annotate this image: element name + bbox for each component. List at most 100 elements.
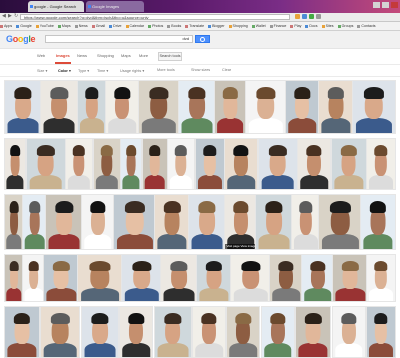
image-result-thumbnail[interactable] (112, 194, 157, 250)
tab-news[interactable]: News (77, 53, 87, 58)
image-result-thumbnail[interactable] (229, 254, 272, 302)
bookmark-item[interactable]: Blogger (208, 24, 225, 28)
back-icon[interactable]: ◀ (2, 14, 7, 19)
image-result-thumbnail[interactable] (137, 80, 180, 134)
google-logo[interactable]: Google (6, 34, 36, 44)
image-result-thumbnail[interactable] (360, 194, 396, 250)
bookmark-item[interactable]: Docs (305, 24, 318, 28)
image-result-thumbnail[interactable] (187, 194, 226, 250)
image-result-thumbnail[interactable] (332, 254, 369, 302)
browser-tab-active[interactable]: google - Google Search (28, 1, 84, 12)
tool-type[interactable]: Type ▾ (78, 68, 89, 73)
image-result-thumbnail[interactable] (160, 254, 199, 302)
image-result-thumbnail[interactable] (21, 254, 46, 302)
bookmark-item[interactable]: Apps (0, 24, 12, 28)
image-result-thumbnail[interactable] (154, 194, 191, 250)
tab-images[interactable]: Images (55, 53, 71, 64)
reload-icon[interactable]: ↻ (14, 14, 19, 19)
image-result-thumbnail[interactable] (120, 254, 163, 302)
bookmark-item[interactable]: Books (167, 24, 181, 28)
url-input[interactable]: https://www.google.com/search?q=dvd&tbm=… (20, 14, 290, 20)
image-result-thumbnail[interactable] (4, 306, 40, 358)
search-input[interactable]: dvd (45, 35, 193, 43)
image-result-thumbnail[interactable] (76, 80, 107, 134)
image-result-thumbnail[interactable] (4, 80, 42, 134)
bookmark-item[interactable]: YouTube (35, 24, 54, 28)
bookmark-item[interactable]: Play (290, 24, 301, 28)
image-result-thumbnail[interactable] (119, 306, 154, 358)
tool-usage-rights[interactable]: Usage rights ▾ (120, 68, 144, 73)
image-result-thumbnail[interactable] (45, 194, 84, 250)
tool-clear[interactable]: Clear (222, 68, 231, 72)
image-result-thumbnail[interactable] (153, 306, 192, 358)
tab-more[interactable]: More (139, 53, 148, 58)
image-result-thumbnail[interactable] (214, 80, 247, 134)
forward-icon[interactable]: ▶ (8, 14, 13, 19)
image-result-thumbnail[interactable] (226, 306, 261, 358)
image-result-thumbnail[interactable] (366, 254, 396, 302)
bookmark-item[interactable]: Photos (148, 24, 163, 28)
image-result-thumbnail[interactable] (76, 254, 123, 302)
image-result-thumbnail[interactable] (141, 138, 168, 190)
image-result-thumbnail[interactable] (300, 254, 335, 302)
image-result-thumbnail[interactable] (80, 306, 119, 358)
bookmark-item[interactable]: Gmail (91, 24, 105, 28)
image-result-thumbnail[interactable] (352, 80, 396, 134)
image-result-thumbnail[interactable] (43, 254, 80, 302)
maximize-icon[interactable] (382, 2, 389, 8)
bookmark-item[interactable]: Calendar (125, 24, 144, 28)
image-result-thumbnail[interactable] (105, 80, 140, 134)
menu-icon[interactable] (316, 14, 321, 19)
image-result-thumbnail[interactable] (178, 80, 216, 134)
image-result-thumbnail[interactable] (366, 138, 396, 190)
bookmark-item[interactable]: Groups (337, 24, 353, 28)
image-result-thumbnail[interactable] (290, 194, 321, 250)
image-result-thumbnail[interactable] (366, 306, 396, 358)
extension-icon[interactable] (302, 14, 307, 19)
tab-maps[interactable]: Maps (121, 53, 131, 58)
bookmark-item[interactable]: Translate (185, 24, 204, 28)
image-result-thumbnail[interactable] (295, 306, 332, 358)
tool-time[interactable]: Time ▾ (97, 68, 108, 73)
image-result-thumbnail[interactable] (330, 138, 367, 190)
bookmark-item[interactable]: Drive (109, 24, 122, 28)
extension-icon[interactable] (295, 14, 300, 19)
image-result-thumbnail[interactable] (318, 194, 363, 250)
image-result-thumbnail[interactable] (195, 254, 232, 302)
bookmark-item[interactable]: Sites (321, 24, 334, 28)
bookmark-item[interactable]: Shopping (228, 24, 248, 28)
tool-color[interactable]: Color ▾ (58, 68, 71, 73)
extension-icon[interactable] (309, 14, 314, 19)
image-result-thumbnail[interactable] (65, 138, 93, 190)
bookmark-item[interactable]: News (74, 24, 88, 28)
image-result-thumbnail[interactable] (40, 80, 79, 134)
tool-show-sizes[interactable]: Show sizes (191, 68, 210, 72)
bookmark-item[interactable]: Google (16, 24, 32, 28)
tab-shopping[interactable]: Shopping (97, 53, 114, 58)
tool-more-tools[interactable]: More tools (157, 68, 175, 72)
image-result-thumbnail[interactable] (80, 194, 115, 250)
image-result-thumbnail[interactable] (21, 194, 48, 250)
browser-tab[interactable]: Google Images (86, 1, 144, 12)
image-result-thumbnail[interactable] (120, 138, 142, 190)
image-result-thumbnail[interactable] (40, 306, 81, 358)
image-result-thumbnail[interactable] (224, 138, 258, 190)
image-result-thumbnail[interactable]: Visit page View image (223, 194, 258, 250)
close-icon[interactable] (391, 2, 398, 8)
image-result-thumbnail[interactable] (260, 306, 295, 358)
image-result-thumbnail[interactable] (244, 80, 287, 134)
image-result-thumbnail[interactable] (255, 194, 294, 250)
image-result-thumbnail[interactable] (297, 138, 331, 190)
image-result-thumbnail[interactable] (25, 138, 66, 190)
tab-web[interactable]: Web (37, 53, 45, 58)
image-result-thumbnail[interactable] (4, 138, 26, 190)
bookmark-item[interactable]: Maps (57, 24, 71, 28)
minimize-icon[interactable] (373, 2, 380, 8)
image-result-thumbnail[interactable] (167, 138, 195, 190)
image-result-thumbnail[interactable] (192, 306, 226, 358)
bookmark-item[interactable]: Wallet (251, 24, 266, 28)
image-result-thumbnail[interactable] (285, 80, 320, 134)
image-result-thumbnail[interactable] (317, 80, 354, 134)
tool-size[interactable]: Size ▾ (37, 68, 47, 73)
search-button[interactable] (195, 35, 210, 43)
